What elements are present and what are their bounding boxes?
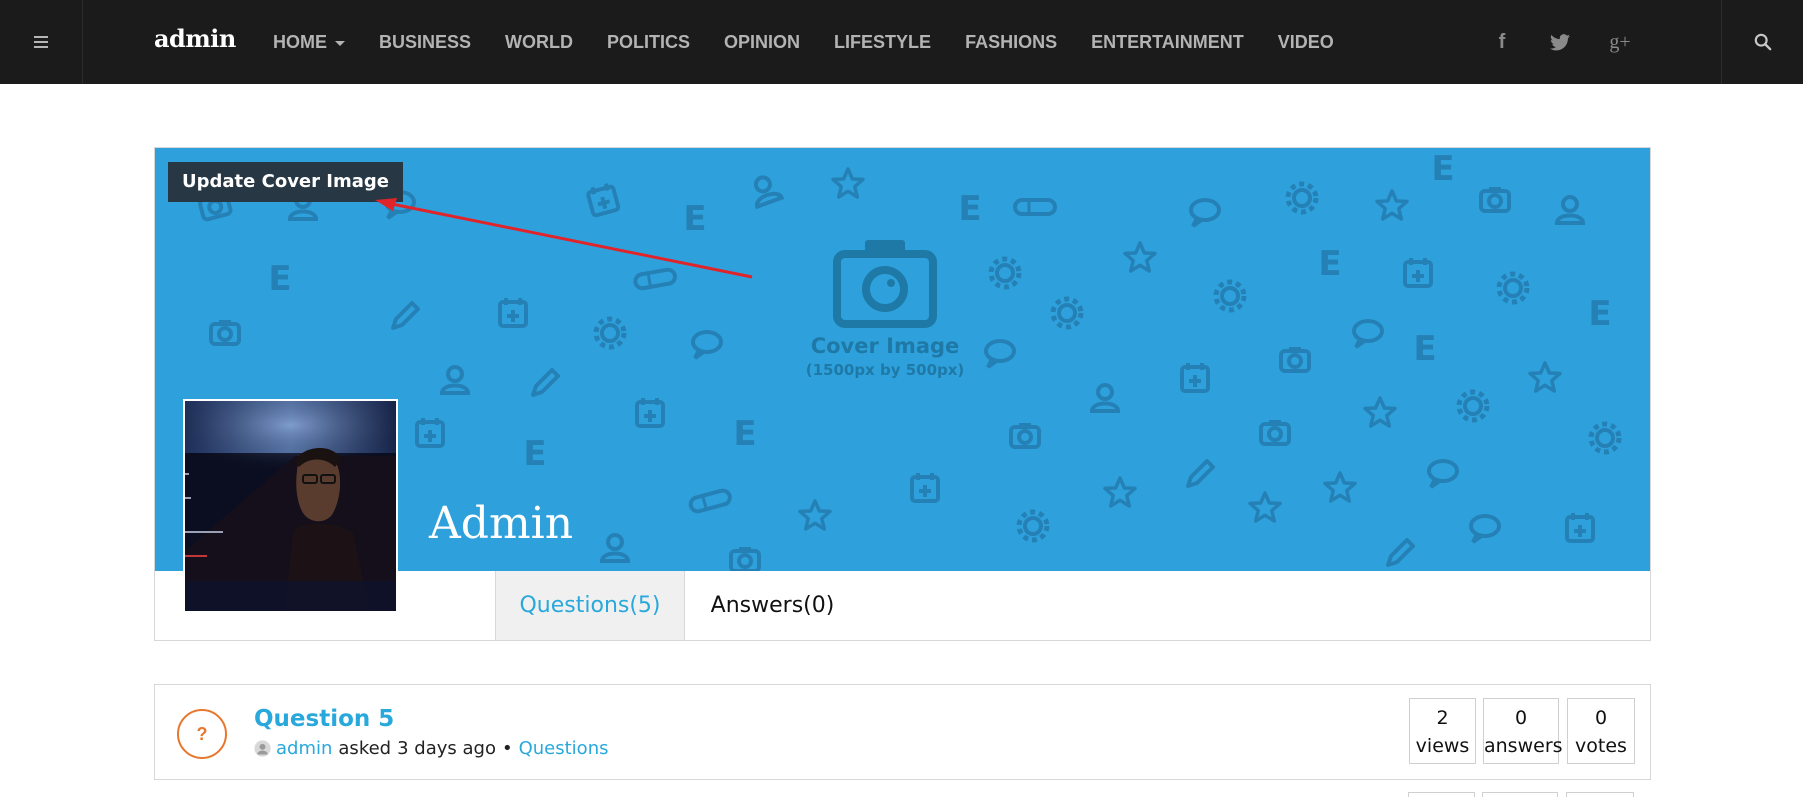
tab-answers[interactable]: Answers(0) [685,571,860,640]
profile-header: E [154,147,1651,641]
nav-video[interactable]: VIDEO [1261,32,1351,53]
nav-lifestyle[interactable]: LIFESTYLE [817,32,948,53]
tab-questions[interactable]: Questions(5) [495,571,685,640]
question-action: asked [338,738,392,759]
search-button[interactable] [1721,0,1803,84]
views-value: 2 [1436,707,1449,729]
question-title[interactable]: Question 5 [254,706,394,732]
next-votes-stub [1566,792,1634,797]
question-meta: admin asked 3 days ago • Questions [254,738,608,759]
cover-placeholder: Cover Image (1500px by 500px) [775,236,995,379]
cover-placeholder-dimensions: (1500px by 500px) [805,361,965,379]
question-time: 3 days ago [397,738,496,759]
search-icon [1754,33,1771,51]
user-icon [254,740,271,757]
main-nav: HOME BUSINESS WORLD POLITICS OPINION LIF… [256,0,1351,84]
next-answers-stub [1482,792,1558,797]
profile-name[interactable]: Admin [429,498,573,549]
votes-value: 0 [1594,707,1608,729]
views-count: 2 views [1409,698,1476,764]
nav-home[interactable]: HOME [256,32,362,53]
nav-opinion[interactable]: OPINION [707,32,817,53]
question-author-link[interactable]: admin [276,738,332,759]
question-item: ? Question 5 admin asked 3 days ago • Qu… [154,684,1651,780]
top-navbar: admin HOME BUSINESS WORLD POLITICS OPINI… [0,0,1803,84]
nav-politics[interactable]: POLITICS [590,32,707,53]
hamburger-icon [34,36,48,48]
twitter-icon[interactable] [1540,0,1580,84]
facebook-icon[interactable]: f [1482,0,1522,84]
nav-entertainment[interactable]: ENTERTAINMENT [1074,32,1261,53]
next-views-stub [1408,792,1475,797]
question-item-next [154,779,1651,797]
nav-world[interactable]: WORLD [488,32,590,53]
site-brand[interactable]: admin [154,24,236,53]
update-cover-image-button[interactable]: Update Cover Image [168,162,403,202]
caret-down-icon [335,40,345,46]
votes-label: votes [1575,735,1627,757]
answers-label: answers [1484,735,1563,757]
views-label: views [1415,735,1470,757]
meta-separator: • [501,738,513,759]
answers-value: 0 [1514,707,1528,729]
question-category-link[interactable]: Questions [519,738,609,759]
nav-business[interactable]: BUSINESS [362,32,488,53]
avatar[interactable] [183,399,398,613]
nav-home-label: HOME [273,31,327,52]
googleplus-icon[interactable]: g+ [1600,0,1640,84]
camera-icon [833,240,937,328]
answers-count: 0 answers [1483,698,1563,764]
nav-fashions[interactable]: FASHIONS [948,32,1074,53]
cover-placeholder-title: Cover Image [810,334,960,358]
avatar-photo [185,401,396,611]
menu-button[interactable] [0,0,83,84]
question-mark-icon: ? [177,709,227,759]
votes-count: 0 votes [1567,698,1635,764]
